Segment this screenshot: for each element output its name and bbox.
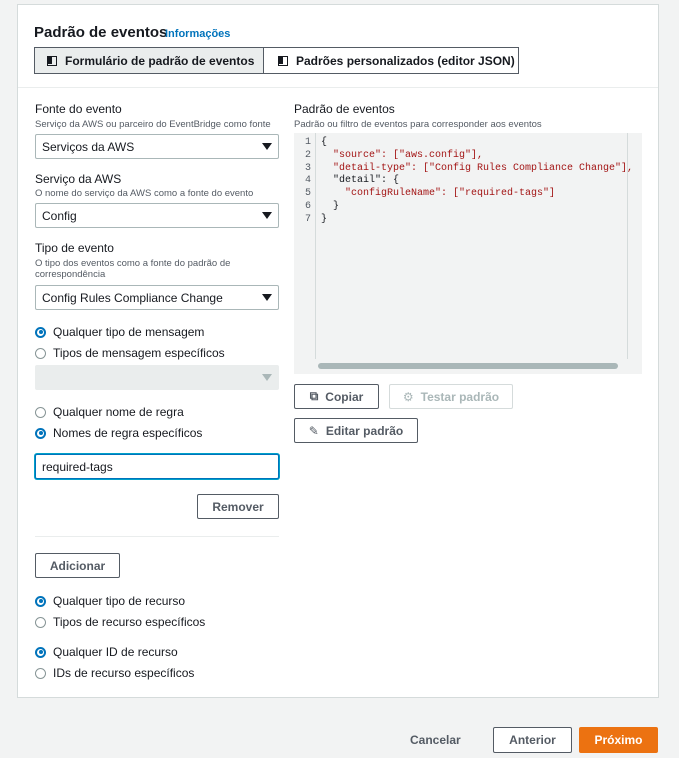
event-source-select[interactable]: Serviços da AWS (35, 134, 279, 159)
info-link[interactable]: Informações (165, 28, 230, 40)
form-icon (47, 55, 57, 66)
code-line: { (321, 137, 328, 148)
radio-selected-icon (35, 646, 46, 658)
radio-label: IDs de recurso específicos (53, 666, 195, 680)
event-type-select[interactable]: Config Rules Compliance Change (35, 285, 279, 310)
line-number-gutter: 1 2 3 4 5 6 7 (294, 133, 316, 359)
line-number: 2 (304, 149, 311, 161)
event-type-label: Tipo de evento (35, 241, 114, 255)
radio-any-rule-name[interactable]: Qualquer nome de regra (35, 404, 184, 420)
tab-label: Padrões personalizados (editor JSON) (296, 53, 515, 68)
tab-event-pattern-form[interactable]: Formulário de padrão de eventos (34, 47, 264, 74)
line-number: 1 (304, 137, 311, 148)
event-pattern-label: Padrão de eventos (294, 102, 395, 116)
divider (35, 536, 279, 537)
line-number: 3 (304, 162, 311, 174)
aws-service-description: O nome do serviço da AWS como a fonte do… (35, 188, 254, 199)
radio-selected-icon (35, 595, 46, 607)
radio-selected-icon (35, 326, 46, 338)
event-source-label: Fonte do evento (35, 102, 122, 116)
radio-specific-resource-ids[interactable]: IDs de recurso específicos (35, 665, 194, 681)
edit-pattern-button[interactable]: ✎ Editar padrão (294, 418, 418, 443)
line-number: 6 (304, 201, 311, 212)
test-pattern-button: ⚙ Testar padrão (389, 384, 513, 409)
radio-unselected-icon (35, 406, 46, 418)
code-line: } (321, 200, 340, 212)
radio-label: Qualquer tipo de mensagem (53, 325, 205, 339)
copy-icon: ⧉ (309, 389, 319, 403)
line-number: 4 (304, 175, 311, 187)
chevron-down-icon (262, 212, 272, 219)
tab-custom-patterns-json[interactable]: Padrões personalizados (editor JSON) (263, 47, 519, 74)
event-source-description: Serviço da AWS ou parceiro do EventBridg… (35, 119, 271, 130)
chevron-down-icon (262, 294, 272, 301)
add-button[interactable]: Adicionar (35, 553, 120, 578)
json-editor-icon (278, 55, 288, 66)
message-type-select (35, 365, 279, 390)
code-line: "detail": { (321, 175, 400, 187)
chevron-down-icon (262, 143, 272, 150)
test-pattern-label: Testar padrão (420, 389, 500, 404)
remove-button[interactable]: Remover (197, 494, 279, 519)
copy-button-label: Copiar (325, 389, 364, 404)
code-line: } (321, 213, 328, 225)
radio-label: Qualquer tipo de recurso (53, 594, 186, 608)
line-number: 5 (304, 188, 311, 200)
horizontal-scrollbar[interactable] (318, 363, 618, 369)
gear-icon: ⚙ (402, 389, 414, 404)
code-line: "detail-type": ["Config Rules Compliance… (321, 162, 634, 174)
previous-button[interactable]: Anterior (493, 727, 572, 753)
radio-any-resource-id[interactable]: Qualquer ID de recurso (35, 644, 178, 660)
line-number: 7 (304, 213, 311, 225)
event-pattern-code-editor[interactable]: 1 2 3 4 5 6 7 { "source": ["aws.config"]… (294, 133, 642, 374)
code-line: "source": ["aws.config"], (321, 149, 484, 161)
radio-label: Nomes de regra específicos (53, 426, 203, 440)
event-type-description: O tipo dos eventos como a fonte do padrã… (35, 258, 231, 280)
panel-title: Padrão de eventos (34, 24, 168, 41)
aws-service-select[interactable]: Config (35, 203, 279, 228)
code-content: { "source": ["aws.config"], "detail-type… (321, 137, 633, 227)
panel-header: Padrão de eventos Informações Formulário… (18, 5, 658, 88)
event-pattern-description: Padrão ou filtro de eventos para corresp… (294, 119, 542, 130)
edit-icon: ✎ (308, 423, 319, 438)
radio-unselected-icon (35, 347, 46, 359)
radio-specific-message-types[interactable]: Tipos de mensagem específicos (35, 345, 225, 361)
radio-any-resource-type[interactable]: Qualquer tipo de recurso (35, 593, 185, 609)
copy-button[interactable]: ⧉ Copiar (294, 384, 379, 409)
radio-selected-icon (35, 427, 46, 439)
tab-label: Formulário de padrão de eventos (65, 53, 255, 68)
radio-unselected-icon (35, 667, 46, 679)
event-type-value: Config Rules Compliance Change (42, 291, 223, 305)
radio-label: Qualquer nome de regra (53, 405, 184, 419)
event-pattern-panel: Padrão de eventos Informações Formulário… (17, 4, 659, 698)
code-line: "configRuleName": ["required-tags"] (321, 188, 556, 200)
radio-specific-rule-names[interactable]: Nomes de regra específicos (35, 425, 202, 441)
print-margin (627, 133, 628, 359)
radio-label: Tipos de mensagem específicos (53, 346, 225, 360)
aws-service-label: Serviço da AWS (35, 172, 122, 186)
radio-unselected-icon (35, 616, 46, 628)
next-button[interactable]: Próximo (579, 727, 658, 753)
rule-name-input[interactable] (35, 454, 279, 479)
event-source-value: Serviços da AWS (42, 140, 135, 154)
cancel-button[interactable]: Cancelar (410, 733, 461, 747)
radio-any-message-type[interactable]: Qualquer tipo de mensagem (35, 324, 204, 340)
aws-service-value: Config (42, 209, 77, 223)
chevron-down-icon (262, 374, 272, 381)
radio-specific-resource-types[interactable]: Tipos de recurso específicos (35, 614, 205, 630)
radio-label: Tipos de recurso específicos (53, 615, 206, 629)
radio-label: Qualquer ID de recurso (53, 645, 178, 659)
edit-pattern-label: Editar padrão (325, 423, 404, 438)
